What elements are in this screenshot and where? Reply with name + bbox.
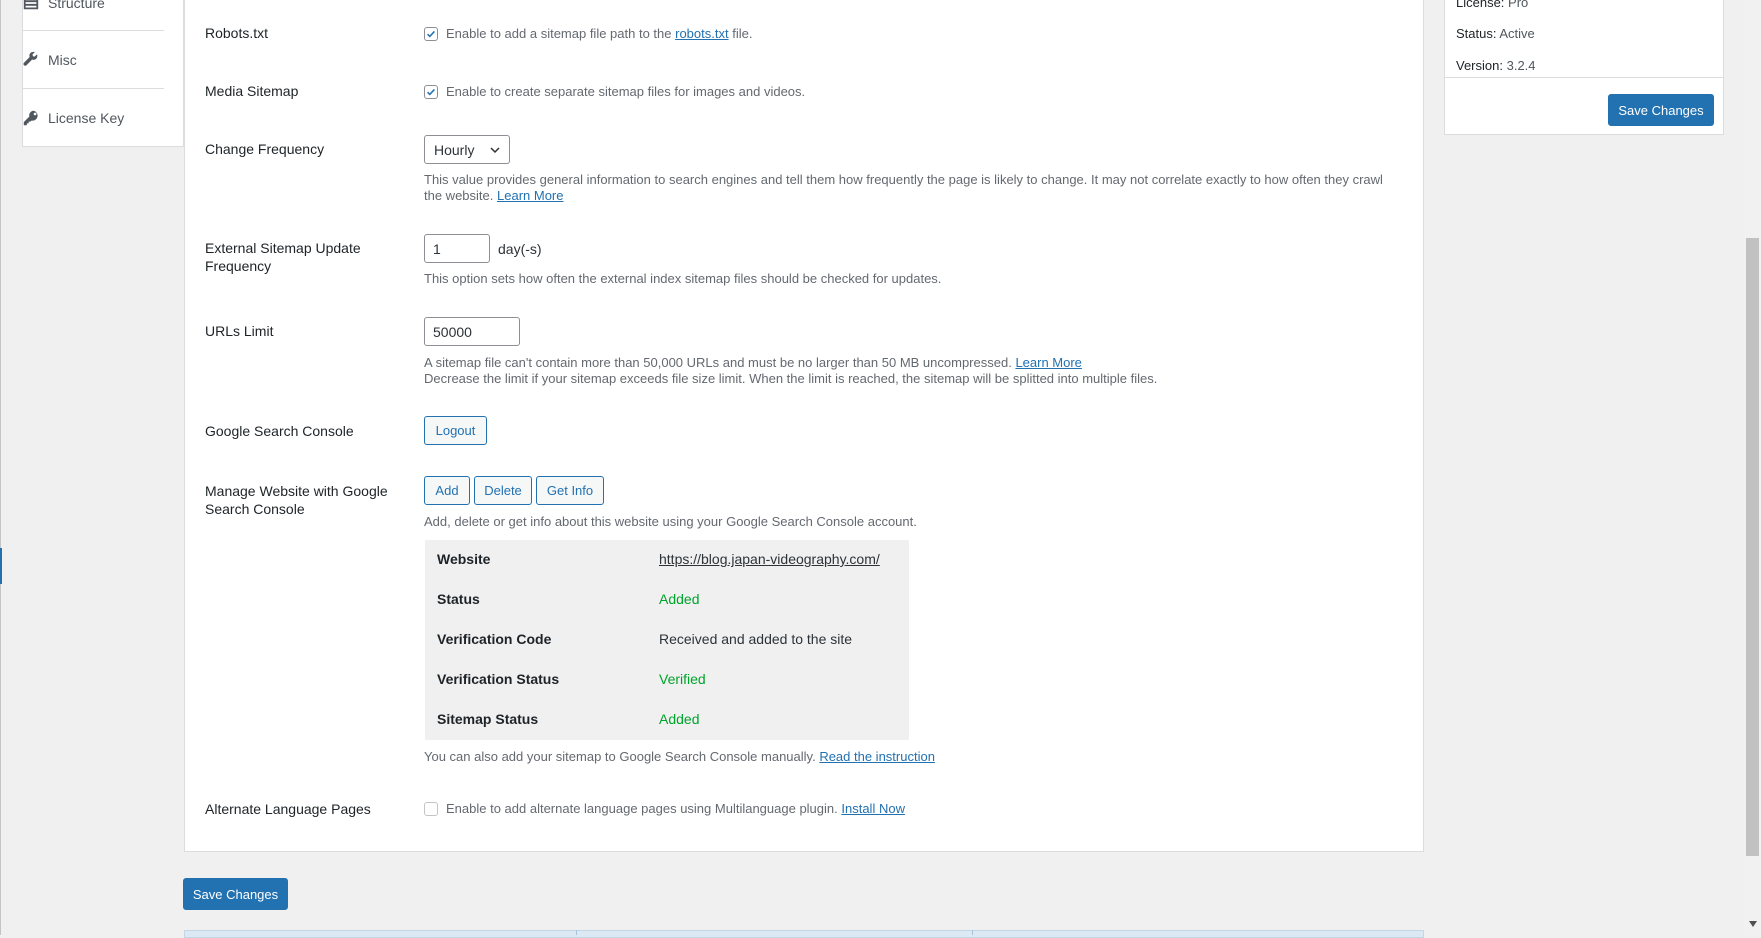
status-value: Added [659,591,700,607]
license-value: Pro [1508,0,1529,10]
media-sitemap-checkbox[interactable] [424,84,438,99]
scrollbar-thumb[interactable] [1746,238,1759,856]
external-update-desc: This option sets how often the external … [424,271,942,286]
robots-text: Enable to add a sitemap file path to the [446,26,672,41]
unit-label: day(-s) [498,240,542,257]
chevron-down-icon [490,146,500,153]
license-save-button[interactable]: Save Changes [1608,94,1714,126]
label-line: Search Console [205,501,305,517]
delete-button[interactable]: Delete [474,476,532,505]
desc-line: A sitemap file can't contain more than 5… [424,355,1012,370]
install-now-link[interactable]: Install Now [841,801,905,816]
sidebar-item-misc[interactable]: Misc [22,31,142,89]
table-row: Verification Status Verified [437,671,706,691]
verification-code-value: Received and added to the site [659,631,853,647]
manage-website-label: Manage Website with Google Search Consol… [205,482,405,518]
robots-field: Enable to add a sitemap file path to the… [424,26,752,41]
gsc-field: Logout [424,416,487,445]
license-line: License: Pro [1456,0,1528,10]
website-link[interactable]: https://blog.japan-videography.com/ [659,551,880,571]
add-button[interactable]: Add [424,476,470,505]
status-line: Status: Active [1456,26,1535,41]
external-update-label: External Sitemap Update Frequency [205,239,405,275]
left-marker [0,548,2,584]
version-label: Version: [1456,58,1503,73]
change-frequency-select[interactable]: Hourly [424,135,510,164]
robots-label: Robots.txt [205,25,269,41]
table-row: Status Added [437,591,699,611]
robots-link[interactable]: robots.txt [675,26,728,41]
license-box-divider [1445,77,1723,78]
urls-limit-field: 50000 [424,317,520,346]
row-key: Website [437,551,491,567]
alternate-language-label: Alternate Language Pages [205,801,371,817]
checkmark-icon [427,88,435,96]
manual-text: You can also add your sitemap to Google … [424,749,816,764]
learn-more-link[interactable]: Learn More [1015,355,1081,370]
desc-line: This value provides general information … [424,172,1383,187]
media-sitemap-field: Enable to create separate sitemap files … [424,84,805,99]
label-line: Manage Website with Google [205,483,388,499]
get-info-button[interactable]: Get Info [536,476,604,505]
left-edge [0,0,1,935]
row-key: Verification Status [437,671,560,687]
license-label: License: [1456,0,1505,10]
row-key: Sitemap Status [437,711,539,727]
media-sitemap-text: Enable to create separate sitemap files … [446,84,806,99]
key-icon [23,110,38,126]
robots-text-after: file. [732,26,753,41]
row-key: Status [437,591,480,607]
sidebar-item-license-key[interactable]: License Key [22,89,142,147]
robots-checkbox[interactable] [424,26,438,41]
read-instruction-link[interactable]: Read the instruction [819,749,935,764]
verification-status-value: Verified [659,671,706,687]
sidebar-item-label: License Key [48,110,125,126]
status-value: Active [1499,26,1535,41]
label-line: Frequency [205,258,272,274]
manage-buttons: Add Delete Get Info [424,476,604,505]
status-label: Status: [1456,26,1497,41]
manage-desc: Add, delete or get info about this websi… [424,514,917,529]
alternate-language-field: Enable to add alternate language pages u… [424,801,905,816]
column-divider [972,930,973,935]
external-update-input[interactable]: 1 [424,234,490,263]
gsc-label: Google Search Console [205,423,354,439]
sitemap-status-value: Added [659,711,700,727]
urls-limit-desc: A sitemap file can't contain more than 5… [424,355,1157,387]
change-frequency-desc: This value provides general information … [424,172,1394,204]
bottom-table-header [184,930,1424,938]
media-sitemap-label: Media Sitemap [205,83,299,99]
desc-line: the website. [424,188,494,203]
learn-more-link[interactable]: Learn More [497,188,563,203]
selected-value: Hourly [434,141,475,158]
gsc-info-table: Website https://blog.japan-videography.c… [425,540,909,740]
scroll-down-arrow-icon[interactable] [1748,920,1758,928]
alternate-language-checkbox[interactable] [424,801,438,816]
license-box: License: Pro Status: Active Version: 3.2… [1444,0,1724,135]
manual-instruction: You can also add your sitemap to Google … [424,749,935,765]
sidebar-item-label: Misc [48,52,77,68]
logout-button[interactable]: Logout [424,416,487,445]
alternate-language-text: Enable to add alternate language pages u… [446,801,838,816]
row-key: Verification Code [437,631,552,647]
table-icon [23,0,39,10]
sidebar-item-structure[interactable]: Structure [22,0,142,32]
table-row: Sitemap Status Added [437,711,699,731]
sidebar-item-label: Structure [48,0,105,11]
desc-line: Decrease the limit if your sitemap excee… [424,371,1158,386]
external-update-field: 1 day(-s) [424,234,542,263]
checkmark-icon [427,30,435,38]
urls-limit-label: URLs Limit [205,323,274,339]
version-line: Version: 3.2.4 [1456,58,1536,73]
table-row: Website https://blog.japan-videography.c… [437,551,880,571]
save-changes-button[interactable]: Save Changes [183,878,288,910]
change-frequency-label: Change Frequency [205,141,325,157]
table-row: Verification Code Received and added to … [437,631,852,651]
version-value: 3.2.4 [1506,58,1536,73]
label-line: External Sitemap Update [205,240,361,256]
column-divider [576,930,577,935]
wrench-icon [23,51,38,66]
urls-limit-input[interactable]: 50000 [424,317,520,346]
